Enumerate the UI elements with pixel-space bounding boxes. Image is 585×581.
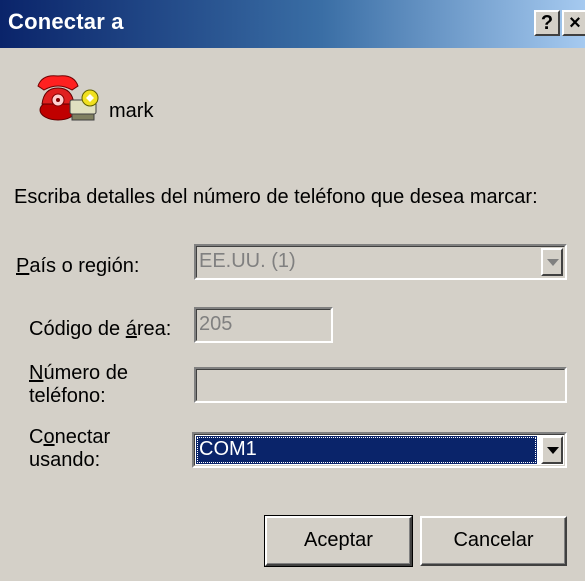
dialog-title: Conectar a xyxy=(8,9,124,34)
chevron-down-icon xyxy=(547,447,559,454)
country-label: País o región: xyxy=(16,255,140,277)
ok-button[interactable]: Aceptar xyxy=(264,515,413,567)
area-code-input[interactable]: 205 xyxy=(194,307,333,343)
instructions-text: Escriba detalles del número de teléfono … xyxy=(14,186,538,208)
phone-icon xyxy=(34,70,104,130)
connect-using-dropdown-arrow[interactable] xyxy=(541,436,563,464)
phone-number-label: Número de teléfono: xyxy=(29,362,128,407)
country-dropdown-arrow[interactable] xyxy=(541,248,563,276)
help-button[interactable]: ? xyxy=(534,10,560,36)
country-dropdown[interactable]: EE.UU. (1) xyxy=(194,244,567,280)
area-code-label: Código de área: xyxy=(29,318,172,340)
chevron-down-icon xyxy=(547,259,559,266)
connection-name: mark xyxy=(109,100,154,122)
phone-number-input[interactable] xyxy=(194,367,567,403)
title-bar[interactable]: Conectar a ? × xyxy=(0,0,585,48)
connect-using-value: COM1 xyxy=(196,436,537,464)
cancel-button[interactable]: Cancelar xyxy=(420,516,567,566)
close-button[interactable]: × xyxy=(562,10,585,36)
connect-using-label: Conectar usando: xyxy=(29,426,111,471)
connect-using-dropdown[interactable]: COM1 xyxy=(192,432,567,468)
country-value: EE.UU. (1) xyxy=(199,250,296,272)
area-code-value: 205 xyxy=(199,313,233,335)
connect-to-dialog: Conectar a ? × mark Escriba detalles del… xyxy=(0,0,585,581)
